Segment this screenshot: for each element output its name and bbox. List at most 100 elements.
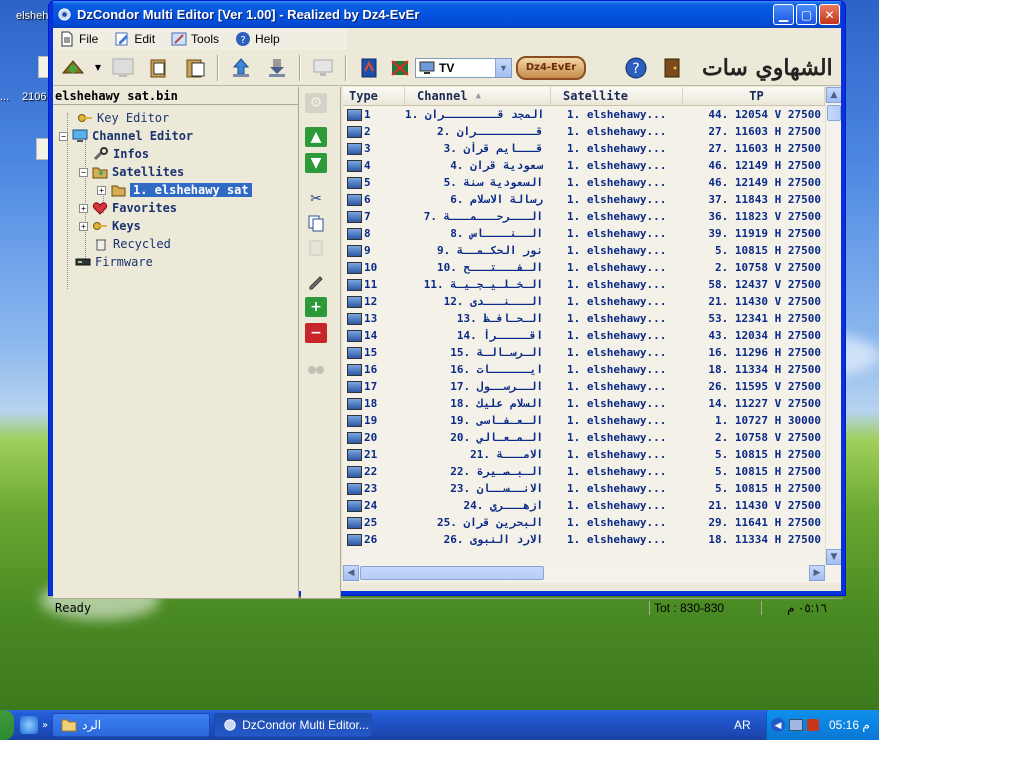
table-row[interactable]: 18 18. السلام عليك 1. elshehawy... 14. 1122… xyxy=(343,395,825,412)
table-row[interactable]: 11 11. الـخـلـيـجـيـة 1. elshehawy... 58. 1… xyxy=(343,276,825,293)
tree-item-favorites[interactable]: + Favorites xyxy=(79,199,177,217)
table-row[interactable]: 10 10. الـفـــتـــح 1. elshehawy... 2. 1075… xyxy=(343,259,825,276)
find-button[interactable] xyxy=(305,357,327,377)
move-up-button[interactable]: ▲ xyxy=(305,127,327,147)
download-button[interactable] xyxy=(261,53,293,83)
table-row[interactable]: 17 17. الــرســول 1. elshehawy... 26. 11595… xyxy=(343,378,825,395)
scroll-right-button[interactable]: ▶ xyxy=(809,565,825,581)
internet-explorer-icon[interactable] xyxy=(20,716,38,734)
desktop-label-elsheh[interactable]: elsheh xyxy=(16,10,48,22)
menu-edit[interactable]: Edit xyxy=(108,28,165,50)
chevron-down-icon[interactable]: ▼ xyxy=(495,58,511,77)
tree-item-keys[interactable]: + Keys xyxy=(79,217,141,235)
table-row[interactable]: 8 8. الــنــــاس 1. elshehawy... 39. 11919 … xyxy=(343,225,825,242)
expand-toggle[interactable]: + xyxy=(79,203,88,213)
tree-item-firmware[interactable]: Firmware xyxy=(75,253,153,271)
table-row[interactable]: 15 15. الـرسـالـة 1. elshehawy... 16. 11296… xyxy=(343,344,825,361)
collapse-toggle[interactable]: − xyxy=(79,167,88,177)
table-row[interactable]: 12 12. الـــنـــدى 1. elshehawy... 21. 1143… xyxy=(343,293,825,310)
tree-item-infos[interactable]: Infos xyxy=(93,145,149,163)
table-row[interactable]: 6 6. رسالة الاسلام 1. elshehawy... 37. 1184… xyxy=(343,191,825,208)
delete-button[interactable]: − xyxy=(305,323,327,343)
quicklaunch-expand-icon[interactable]: » xyxy=(42,720,48,731)
table-row[interactable]: 25 25. البحرين قران 1. elshehawy... 29. 116… xyxy=(343,514,825,531)
save-button[interactable] xyxy=(107,53,139,83)
system-tray: ◀ 05:16 م xyxy=(766,710,879,740)
move-down-button[interactable]: ▼ xyxy=(305,153,327,173)
task-editor[interactable]: DzCondor Multi Editor... xyxy=(214,713,373,737)
collapse-toggle[interactable]: − xyxy=(59,131,68,141)
satellite-button[interactable]: ⚙ xyxy=(305,93,327,113)
vertical-scrollbar[interactable]: ▲ ▼ xyxy=(825,87,841,565)
scroll-left-button[interactable]: ◀ xyxy=(343,565,359,581)
paste-button[interactable] xyxy=(305,237,327,257)
table-row[interactable]: 24 24. ازهـــري 1. elshehawy... 21. 11430 V… xyxy=(343,497,825,514)
menu-help[interactable]: ? Help xyxy=(229,28,290,50)
tree-item-elshehawy-sat[interactable]: + 1. elshehawy sat xyxy=(97,181,252,199)
column-header-channel[interactable]: Channel ▲ xyxy=(405,87,551,105)
paste-icon xyxy=(309,240,323,256)
table-row[interactable]: 5 5. السعودية سنة 1. elshehawy... 46. 12149… xyxy=(343,174,825,191)
menu-file[interactable]: File xyxy=(53,28,108,50)
receiver-button[interactable] xyxy=(307,53,339,83)
scroll-down-button[interactable]: ▼ xyxy=(826,549,841,565)
column-header-type[interactable]: Type xyxy=(343,87,405,105)
desktop-label-2106[interactable]: 2106 xyxy=(22,91,46,103)
table-row[interactable]: 26 26. الارد النبوى 1. elshehawy... 18. 113… xyxy=(343,531,825,548)
paste-file-button[interactable] xyxy=(179,53,211,83)
dropdown-arrow[interactable]: ▼ xyxy=(93,53,103,83)
tray-expand-icon[interactable]: ◀ xyxy=(771,718,785,732)
horizontal-scroll-thumb[interactable] xyxy=(360,566,544,580)
table-row[interactable]: 16 16. ايــــــات 1. elshehawy... 18. 11334… xyxy=(343,361,825,378)
table-row[interactable]: 2 2. قـــــــــران 1. elshehawy... 27. 1160… xyxy=(343,123,825,140)
exit-button[interactable] xyxy=(656,53,688,83)
expand-toggle[interactable]: + xyxy=(79,221,88,231)
start-button[interactable] xyxy=(0,710,14,740)
open-file-button[interactable] xyxy=(143,53,175,83)
table-row[interactable]: 3 3. قـــايم قرأن 1. elshehawy... 27. 11603… xyxy=(343,140,825,157)
vertical-scroll-thumb[interactable] xyxy=(827,105,841,121)
flag-button[interactable] xyxy=(389,53,411,83)
tree-item-key-editor[interactable]: Key Editor xyxy=(77,109,169,127)
horizontal-scrollbar[interactable]: ◀ ▶ xyxy=(343,565,825,581)
table-row[interactable]: 7 7. الـــرحـــمـــة 1. elshehawy... 36. 11… xyxy=(343,208,825,225)
open-satellite-button[interactable] xyxy=(57,53,89,83)
task-folder[interactable]: الرد xyxy=(52,713,211,737)
network-icon[interactable] xyxy=(789,719,803,731)
tree-item-satellites[interactable]: − Satellites xyxy=(79,163,184,181)
add-button[interactable]: + xyxy=(305,297,327,317)
table-row[interactable]: 19 19. الـعـفـاسى 1. elshehawy... 1. 10727 … xyxy=(343,412,825,429)
title-bar[interactable]: DzCondor Multi Editor [Ver 1.00] - Reali… xyxy=(53,1,841,28)
column-header-satellite[interactable]: Satellite xyxy=(551,87,683,105)
rename-button[interactable] xyxy=(305,271,327,291)
book-button[interactable] xyxy=(353,53,385,83)
close-button[interactable]: ✕ xyxy=(819,4,840,25)
table-row[interactable]: 14 14. اقـــــرأ 1. elshehawy... 43. 12034 … xyxy=(343,327,825,344)
column-header-tp[interactable]: TP xyxy=(683,87,825,105)
tv-icon xyxy=(419,61,435,74)
minimize-button[interactable]: ▁ xyxy=(773,4,794,25)
tree-item-channel-editor[interactable]: − Channel Editor xyxy=(59,127,193,145)
upload-button[interactable] xyxy=(225,53,257,83)
table-row[interactable]: 4 4. سعودية قران 1. elshehawy... 46. 12149 … xyxy=(343,157,825,174)
table-row[interactable]: 20 20. الـمـعـالي 1. elshehawy... 2. 10758 … xyxy=(343,429,825,446)
maximize-button[interactable]: ▢ xyxy=(796,4,817,25)
copy-button[interactable] xyxy=(305,213,327,233)
help-button[interactable]: ? xyxy=(620,53,652,83)
cut-button[interactable]: ✂ xyxy=(305,189,327,209)
menu-tools[interactable]: Tools xyxy=(165,28,229,50)
table-row[interactable]: 21 21. الامـــة 1. elshehawy... 5. 10815 H … xyxy=(343,446,825,463)
table-row[interactable]: 1 1. المجد قــــــــران 1. elshehawy... 44.… xyxy=(343,106,825,123)
cell-tp: 5. 10815 H 27500 xyxy=(715,465,821,478)
expand-toggle[interactable]: + xyxy=(97,185,106,195)
table-row[interactable]: 13 13. الـحـافـظ 1. elshehawy... 53. 12341 … xyxy=(343,310,825,327)
table-row[interactable]: 23 23. الانــســان 1. elshehawy... 5. 10815… xyxy=(343,480,825,497)
mode-select[interactable]: TV ▼ xyxy=(415,57,512,78)
tree-item-recycled[interactable]: Recycled xyxy=(93,235,171,253)
scroll-up-button[interactable]: ▲ xyxy=(826,87,841,103)
clock[interactable]: 05:16 م xyxy=(829,718,870,732)
security-shield-icon[interactable] xyxy=(807,719,819,731)
language-indicator[interactable]: AR xyxy=(734,718,751,732)
table-row[interactable]: 22 22. الـبـصـيرة 1. elshehawy... 5. 10815 … xyxy=(343,463,825,480)
table-row[interactable]: 9 9. نور الحكـمــة 1. elshehawy... 5. 10815… xyxy=(343,242,825,259)
